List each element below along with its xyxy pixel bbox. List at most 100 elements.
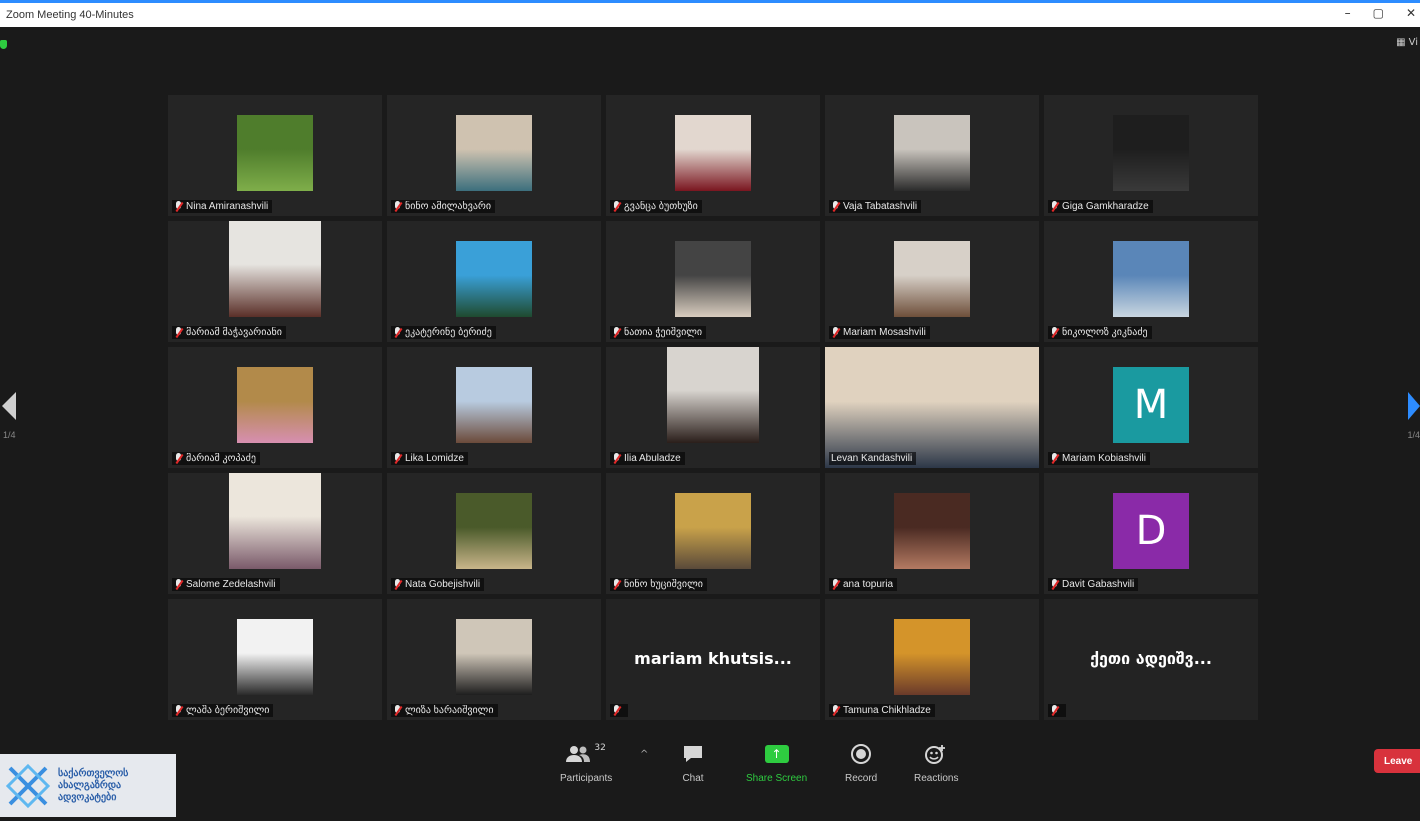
participant-name-label: Levan Kandashvili xyxy=(829,452,917,465)
participant-name: Mariam Kobiashvili xyxy=(1062,453,1146,464)
active-speaker-tile[interactable]: Levan Kandashvili xyxy=(825,347,1039,468)
gallery-view-grid: Nina Amiranashvili ნინო ამილახვარი გვანცა … xyxy=(168,95,1260,720)
previous-page-arrow-icon[interactable] xyxy=(2,392,16,420)
leave-button[interactable]: Leave xyxy=(1374,749,1420,773)
muted-mic-icon xyxy=(612,201,621,212)
participants-caret-icon[interactable]: ^ xyxy=(640,749,648,760)
next-page-arrow-icon[interactable] xyxy=(1408,392,1420,420)
participant-tile[interactable]: D Davit Gabashvili xyxy=(1044,473,1258,594)
participant-name: გვანცა ბუთხუზი xyxy=(624,201,698,212)
participant-name-label: მარიამ მაჭავარიანი xyxy=(172,326,286,339)
participant-video xyxy=(667,347,759,443)
minimize-button[interactable]: – xyxy=(1345,6,1351,20)
participant-name: Nata Gobejishvili xyxy=(405,579,481,590)
participant-avatar: D xyxy=(1113,493,1189,569)
participant-name: ნიკოლოზ კიკნაძე xyxy=(1062,327,1148,338)
participant-tile[interactable]: მარიამ მაჭავარიანი xyxy=(168,221,382,342)
participant-tile[interactable]: ნიკოლოზ კიკნაძე xyxy=(1044,221,1258,342)
participants-label: Participants xyxy=(560,773,613,784)
participant-tile[interactable]: ლაშა ბერიშვილი xyxy=(168,599,382,720)
participant-tile[interactable]: ნინო ხუციშვილი xyxy=(606,473,820,594)
reactions-label: Reactions xyxy=(914,773,959,784)
record-button[interactable]: Record xyxy=(845,743,877,784)
participant-video xyxy=(456,619,532,695)
page-indicator-left: 1/4 xyxy=(3,430,16,440)
window-title-bar: Zoom Meeting 40-Minutes – ▢ ✕ xyxy=(0,0,1420,27)
participant-name: Tamuna Chikhladze xyxy=(843,705,931,716)
participant-tile[interactable]: ნინო ამილახვარი xyxy=(387,95,601,216)
participant-tile[interactable]: Salome Zedelashvili xyxy=(168,473,382,594)
muted-mic-icon xyxy=(831,327,840,338)
participant-name: Salome Zedelashvili xyxy=(186,579,276,590)
muted-mic-icon xyxy=(1050,579,1059,590)
participant-tile[interactable]: ana topuria xyxy=(825,473,1039,594)
participant-name: Ilia Abuladze xyxy=(624,453,681,464)
participants-icon: 32 xyxy=(566,743,606,765)
participant-video xyxy=(1113,241,1189,317)
organization-line-3: ადვოკატები xyxy=(58,792,117,803)
participants-button[interactable]: 32 Participants xyxy=(560,743,612,784)
muted-mic-icon xyxy=(174,579,183,590)
participant-tile[interactable]: ნათია ჭეიშვილი xyxy=(606,221,820,342)
participant-name-label: Nina Amiranashvili xyxy=(172,200,273,213)
share-screen-button[interactable]: ↑ Share Screen xyxy=(746,743,807,784)
muted-mic-icon xyxy=(612,453,621,464)
page-indicator-right: 1/4 xyxy=(1407,430,1420,440)
participant-video xyxy=(675,493,751,569)
participant-tile[interactable]: Mariam Mosashvili xyxy=(825,221,1039,342)
chat-button[interactable]: Chat xyxy=(682,743,704,784)
share-screen-label: Share Screen xyxy=(746,773,808,784)
muted-mic-icon xyxy=(831,201,840,212)
participant-name: ana topuria xyxy=(843,579,894,590)
participant-tile[interactable]: მარიამ კოპაძე xyxy=(168,347,382,468)
reactions-button[interactable]: Reactions xyxy=(914,743,958,784)
participant-display-name: ქეთი ადეიშვ... xyxy=(1090,649,1212,668)
participant-tile[interactable]: ეკატერინე ბერიძე xyxy=(387,221,601,342)
participant-tile[interactable]: ქეთი ადეიშვ... xyxy=(1044,599,1258,720)
participant-name-label: ლიზა ხარაიშვილი xyxy=(391,704,498,717)
encryption-shield-icon[interactable] xyxy=(0,40,7,49)
participant-name-label: მარიამ კოპაძე xyxy=(172,452,260,465)
participant-name: Giga Gamkharadze xyxy=(1062,201,1149,212)
muted-mic-icon xyxy=(831,579,840,590)
participant-video xyxy=(456,367,532,443)
record-icon xyxy=(851,743,872,765)
participant-tile[interactable]: Giga Gamkharadze xyxy=(1044,95,1258,216)
participant-video xyxy=(894,241,970,317)
participant-tile[interactable]: Nata Gobejishvili xyxy=(387,473,601,594)
muted-mic-icon xyxy=(393,453,402,464)
participant-video xyxy=(237,619,313,695)
participant-video xyxy=(237,115,313,191)
participant-tile[interactable]: mariam khutsis... xyxy=(606,599,820,720)
participant-name-label xyxy=(610,704,628,717)
share-screen-icon: ↑ xyxy=(764,743,789,765)
window-controls: – ▢ ✕ xyxy=(1345,6,1416,20)
muted-mic-icon xyxy=(393,201,402,212)
participant-tile[interactable]: გვანცა ბუთხუზი xyxy=(606,95,820,216)
chat-icon xyxy=(682,743,704,765)
organization-name: საქართველოს ახალგაზრდა ადვოკატები xyxy=(58,768,128,803)
participant-name: ნათია ჭეიშვილი xyxy=(624,327,703,338)
participant-name: ლაშა ბერიშვილი xyxy=(186,705,270,716)
participant-name: ნინო ამილახვარი xyxy=(405,201,492,212)
participant-video xyxy=(237,367,313,443)
participant-name-label: Lika Lomidze xyxy=(391,452,468,465)
participant-tile[interactable]: Tamuna Chikhladze xyxy=(825,599,1039,720)
participant-name-label: ნინო ხუციშვილი xyxy=(610,578,707,591)
participant-tile[interactable]: Nina Amiranashvili xyxy=(168,95,382,216)
close-button[interactable]: ✕ xyxy=(1406,6,1416,20)
muted-mic-icon xyxy=(831,705,840,716)
participant-tile[interactable]: Lika Lomidze xyxy=(387,347,601,468)
muted-mic-icon xyxy=(612,579,621,590)
participant-tile[interactable]: M Mariam Kobiashvili xyxy=(1044,347,1258,468)
participant-name-label: Mariam Mosashvili xyxy=(829,326,930,339)
participant-tile[interactable]: Vaja Tabatashvili xyxy=(825,95,1039,216)
participant-name-label: ნათია ჭეიშვილი xyxy=(610,326,707,339)
participant-name-label: Nata Gobejishvili xyxy=(391,578,485,591)
participant-tile[interactable]: ლიზა ხარაიშვილი xyxy=(387,599,601,720)
maximize-button[interactable]: ▢ xyxy=(1373,6,1384,20)
view-button[interactable]: ▦ Vi xyxy=(1396,37,1418,48)
participant-tile[interactable]: Ilia Abuladze xyxy=(606,347,820,468)
participant-name: მარიამ მაჭავარიანი xyxy=(186,327,282,338)
participant-name-label: ნიკოლოზ კიკნაძე xyxy=(1048,326,1152,339)
